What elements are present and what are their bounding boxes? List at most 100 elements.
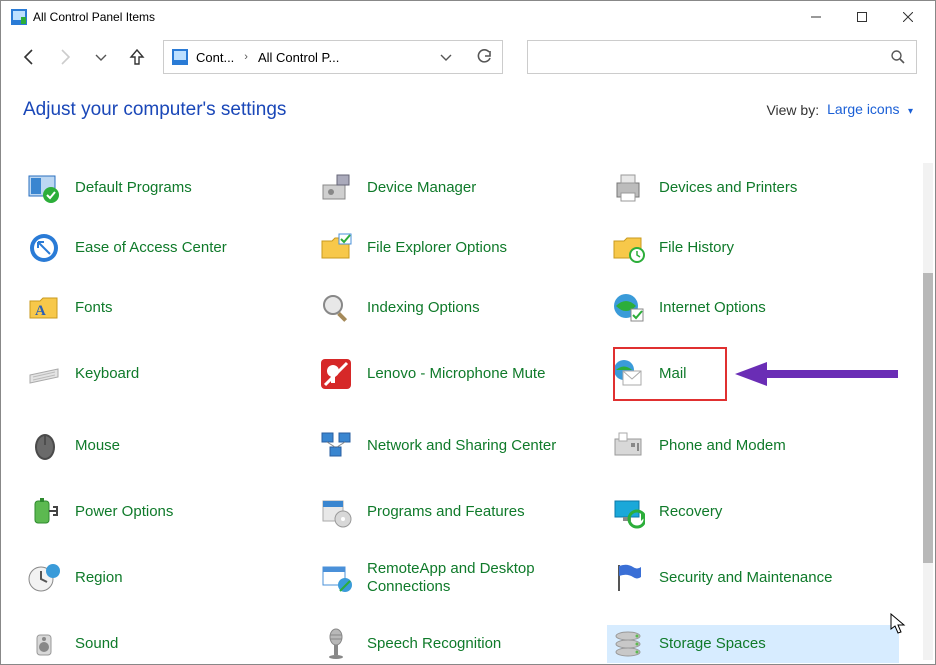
item-sound[interactable]: Sound [23, 625, 315, 663]
mail-globe-icon [611, 357, 645, 391]
view-by-dropdown[interactable]: Large icons ▾ [827, 101, 913, 119]
item-label: Recovery [659, 503, 722, 521]
item-label: File Explorer Options [367, 239, 507, 257]
item-storage-spaces[interactable]: Storage Spaces [607, 625, 899, 663]
items-grid: Default Programs Device Manager Devices an… [23, 169, 899, 663]
forward-button[interactable] [55, 47, 75, 67]
adjust-settings-title: Adjust your computer's settings [23, 99, 286, 121]
item-label: Security and Maintenance [659, 569, 832, 587]
item-label: Devices and Printers [659, 179, 797, 197]
chevron-down-icon: ▾ [908, 106, 913, 117]
item-device-manager[interactable]: Device Manager [315, 169, 607, 207]
flag-icon [611, 561, 645, 595]
battery-plug-icon [27, 495, 61, 529]
item-security-and-maintenance[interactable]: Security and Maintenance [607, 553, 899, 603]
item-programs-and-features[interactable]: Programs and Features [315, 493, 607, 531]
device-manager-icon [319, 171, 353, 205]
item-label: Programs and Features [367, 503, 525, 521]
address-dropdown-button[interactable] [436, 47, 456, 67]
item-label: Power Options [75, 503, 173, 521]
item-label: Keyboard [75, 365, 139, 383]
up-button[interactable] [127, 47, 147, 67]
minimize-button[interactable] [793, 1, 839, 33]
item-remoteapp-and-desktop-connections[interactable]: RemoteApp and Desktop Connections [315, 553, 607, 603]
item-mail[interactable]: Mail [607, 349, 899, 399]
network-icon [319, 429, 353, 463]
monitor-arrow-icon [611, 495, 645, 529]
item-default-programs[interactable]: Default Programs [23, 169, 315, 207]
clock-globe-icon [27, 561, 61, 595]
scrollbar-track[interactable] [923, 163, 933, 660]
mouse-icon [27, 429, 61, 463]
item-mouse[interactable]: Mouse [23, 421, 315, 471]
search-box[interactable] [527, 40, 917, 74]
window-title: All Control Panel Items [33, 10, 155, 24]
view-by-label: View by: [766, 102, 819, 118]
item-label: Storage Spaces [659, 635, 766, 653]
item-speech-recognition[interactable]: Speech Recognition [315, 625, 607, 663]
recent-locations-button[interactable] [91, 47, 111, 67]
item-fonts[interactable]: Fonts [23, 289, 315, 327]
location-icon [172, 49, 188, 65]
phone-fax-icon [611, 429, 645, 463]
search-icon [890, 49, 906, 65]
close-button[interactable] [885, 1, 931, 33]
item-label: Lenovo - Microphone Mute [367, 365, 545, 383]
back-button[interactable] [19, 47, 39, 67]
item-ease-of-access-center[interactable]: Ease of Access Center [23, 229, 315, 267]
item-label: File History [659, 239, 734, 257]
address-bar[interactable]: Cont... › All Control P... [163, 40, 503, 74]
item-label: Network and Sharing Center [367, 437, 556, 455]
item-lenovo-microphone-mute[interactable]: Lenovo - Microphone Mute [315, 349, 607, 399]
item-label: Mail [659, 365, 687, 383]
control-panel-icon [11, 9, 27, 25]
speaker-icon [27, 627, 61, 661]
item-label: Ease of Access Center [75, 239, 227, 257]
item-file-explorer-options[interactable]: File Explorer Options [315, 229, 607, 267]
navigation-bar: Cont... › All Control P... [1, 33, 935, 81]
item-label: RemoteApp and Desktop Connections [367, 560, 603, 596]
item-power-options[interactable]: Power Options [23, 493, 315, 531]
item-region[interactable]: Region [23, 553, 315, 603]
printer-icon [611, 171, 645, 205]
item-label: Internet Options [659, 299, 766, 317]
items-scroll-area[interactable]: Default Programs Device Manager Devices an… [1, 163, 921, 664]
window-globe-icon [319, 561, 353, 595]
globe-check-icon [611, 291, 645, 325]
item-phone-and-modem[interactable]: Phone and Modem [607, 421, 899, 471]
folder-a-icon [27, 291, 61, 325]
item-keyboard[interactable]: Keyboard [23, 349, 315, 399]
breadcrumb-second[interactable]: All Control P... [258, 50, 339, 65]
item-internet-options[interactable]: Internet Options [607, 289, 899, 327]
item-label: Indexing Options [367, 299, 480, 317]
mic-mute-icon [319, 357, 353, 391]
item-label: Device Manager [367, 179, 476, 197]
keyboard-icon [27, 357, 61, 391]
item-label: Default Programs [75, 179, 192, 197]
box-cd-icon [319, 495, 353, 529]
item-network-and-sharing-center[interactable]: Network and Sharing Center [315, 421, 607, 471]
item-file-history[interactable]: File History [607, 229, 899, 267]
scrollbar-thumb[interactable] [923, 273, 933, 563]
refresh-button[interactable] [474, 47, 494, 67]
maximize-button[interactable] [839, 1, 885, 33]
disks-icon [611, 627, 645, 661]
breadcrumb-first[interactable]: Cont... [196, 50, 234, 65]
view-by-value: Large icons [827, 101, 899, 117]
item-indexing-options[interactable]: Indexing Options [315, 289, 607, 327]
ease-access-icon [27, 231, 61, 265]
item-label: Phone and Modem [659, 437, 786, 455]
item-label: Mouse [75, 437, 120, 455]
folder-clock-icon [611, 231, 645, 265]
chevron-right-icon: › [244, 51, 248, 63]
item-label: Fonts [75, 299, 113, 317]
item-label: Region [75, 569, 123, 587]
programs-check-icon [27, 171, 61, 205]
item-recovery[interactable]: Recovery [607, 493, 899, 531]
item-devices-and-printers[interactable]: Devices and Printers [607, 169, 899, 207]
settings-header: Adjust your computer's settings View by:… [1, 81, 935, 129]
item-label: Speech Recognition [367, 635, 501, 653]
control-panel-window: All Control Panel Items Cont... › All Co… [0, 0, 936, 665]
title-bar: All Control Panel Items [1, 1, 935, 33]
magnifier-icon [319, 291, 353, 325]
